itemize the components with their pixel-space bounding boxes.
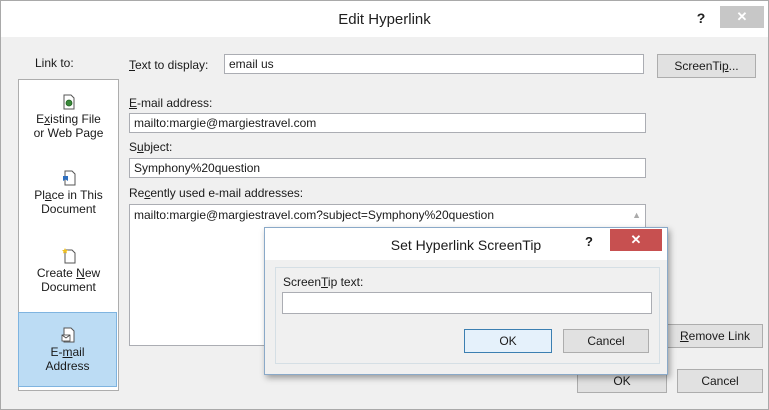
link-to-bar: Existing File or Web Page Place in This … xyxy=(18,79,119,391)
text-to-display-label: Text to display: xyxy=(129,58,209,72)
email-document-icon xyxy=(61,327,74,343)
screentip-text-input[interactable] xyxy=(282,292,652,314)
link-email-line1: E-mail xyxy=(50,345,85,359)
scroll-up-arrow-icon[interactable]: ▲ xyxy=(632,210,641,220)
screentip-button[interactable]: ScreenTip... xyxy=(657,54,756,78)
text-to-display-input[interactable]: email us xyxy=(224,54,644,74)
link-create-line1: Create New xyxy=(36,266,101,280)
screentip-help-button[interactable]: ? xyxy=(581,232,597,252)
link-email-address-button[interactable]: E-mail Address xyxy=(18,312,117,387)
link-place-line1: Place in This xyxy=(34,188,103,202)
list-item[interactable]: mailto:margie@margiestravel.com?subject=… xyxy=(134,208,494,222)
document-globe-icon xyxy=(63,94,74,110)
link-create-line2: Document xyxy=(41,280,96,294)
close-button[interactable]: ✕ xyxy=(720,6,764,28)
link-create-new-document-button[interactable]: Create New Document xyxy=(19,248,118,294)
recent-addresses-label: Recently used e-mail addresses: xyxy=(129,186,304,200)
help-button[interactable]: ? xyxy=(691,7,711,29)
screentip-ok-button[interactable]: OK xyxy=(464,329,552,353)
subject-label: Subject: xyxy=(129,140,173,154)
link-to-label: Link to: xyxy=(35,56,74,70)
link-email-line2: Address xyxy=(45,359,90,373)
screentip-title-bar: Set Hyperlink ScreenTip ? ✕ xyxy=(265,228,667,260)
link-place-in-document-button[interactable]: Place in This Document xyxy=(19,170,118,216)
subject-input[interactable]: Symphony%20question xyxy=(129,158,646,178)
title-bar: Edit Hyperlink ? ✕ xyxy=(1,1,768,37)
screentip-cancel-button[interactable]: Cancel xyxy=(563,329,649,353)
link-existing-file-button[interactable]: Existing File or Web Page xyxy=(19,94,118,140)
screentip-text-label: ScreenTip text: xyxy=(283,275,364,289)
link-existing-file-line1: Existing File xyxy=(36,112,101,126)
dialog-title: Edit Hyperlink xyxy=(338,11,431,28)
cancel-button[interactable]: Cancel xyxy=(677,369,763,393)
remove-link-button[interactable]: Remove Link xyxy=(667,324,763,348)
email-address-input[interactable]: mailto:margie@margiestravel.com xyxy=(129,113,646,133)
email-address-label: E-mail address: xyxy=(129,96,213,110)
new-document-icon xyxy=(61,248,75,264)
screentip-dialog-title: Set Hyperlink ScreenTip xyxy=(390,237,542,253)
screentip-dialog: Set Hyperlink ScreenTip ? ✕ ScreenTip te… xyxy=(264,227,668,375)
link-place-line2: Document xyxy=(41,202,96,216)
link-existing-file-line2: or Web Page xyxy=(33,126,104,140)
screentip-close-button[interactable]: ✕ xyxy=(610,229,662,251)
document-bookmark-icon xyxy=(62,170,75,186)
